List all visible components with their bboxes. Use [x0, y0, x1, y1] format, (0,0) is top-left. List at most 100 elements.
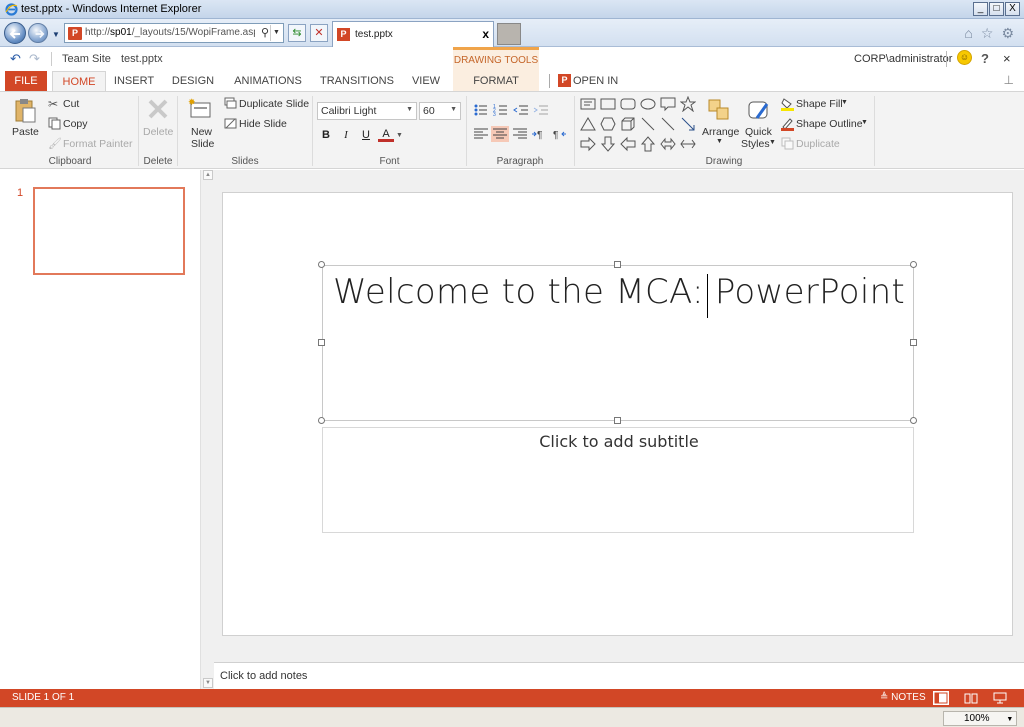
tab-format[interactable]: FORMAT: [453, 71, 539, 91]
new-slide-button[interactable]: ✸ New Slide: [186, 96, 216, 150]
normal-view-icon[interactable]: [933, 691, 949, 705]
back-button[interactable]: [4, 22, 26, 44]
tab-animations[interactable]: ANIMATIONS: [229, 71, 307, 91]
slideshow-icon[interactable]: [992, 691, 1008, 705]
left-arrow-shape-icon[interactable]: [620, 136, 636, 152]
history-dropdown-icon[interactable]: ▼: [52, 30, 60, 39]
breadcrumb-site[interactable]: Team Site: [62, 53, 111, 65]
open-in-powerpoint-button[interactable]: OPEN IN POWERPOINT: [573, 71, 683, 107]
line-shape-icon-2[interactable]: [660, 116, 676, 132]
redo-icon[interactable]: ↷: [29, 51, 40, 67]
tools-gear-icon[interactable]: ⚙: [1001, 25, 1014, 42]
bold-button[interactable]: B: [318, 127, 334, 143]
undo-icon[interactable]: ↶: [10, 51, 21, 67]
textbox-shape-icon[interactable]: [580, 96, 596, 112]
underline-button[interactable]: U: [358, 127, 374, 143]
search-icon[interactable]: ⚲: [261, 26, 269, 39]
tab-design[interactable]: DESIGN: [168, 71, 218, 91]
resize-handle[interactable]: [910, 417, 917, 424]
align-right-icon[interactable]: [511, 126, 529, 142]
font-size-select[interactable]: 60 ▼: [419, 102, 461, 120]
notes-toggle-button[interactable]: ≜ NOTES: [880, 692, 926, 703]
tab-insert[interactable]: INSERT: [110, 71, 158, 91]
user-name[interactable]: CORP\administrator: [854, 53, 952, 65]
right-arrow-shape-icon[interactable]: [580, 136, 596, 152]
thumbnail-scrollbar[interactable]: ▲ ▼: [200, 170, 214, 689]
tab-home[interactable]: HOME: [52, 71, 106, 91]
zoom-control[interactable]: 100% ▼: [943, 711, 1017, 726]
chevron-down-icon[interactable]: ▼: [861, 119, 868, 126]
left-to-right-icon[interactable]: ¶: [531, 126, 549, 142]
tab-view[interactable]: VIEW: [406, 71, 446, 91]
cut-button[interactable]: Cut: [63, 98, 79, 110]
stop-button[interactable]: ✕: [310, 24, 328, 42]
subtitle-text[interactable]: Click to add subtitle: [323, 432, 915, 451]
duplicate-slide-button[interactable]: Duplicate Slide: [239, 98, 309, 110]
paste-button[interactable]: Paste: [8, 96, 42, 144]
duplicate-button[interactable]: Duplicate: [796, 138, 840, 150]
favorites-star-icon[interactable]: ☆: [981, 25, 994, 42]
italic-button[interactable]: I: [338, 127, 354, 143]
resize-handle[interactable]: [910, 339, 917, 346]
notes-pane[interactable]: Click to add notes: [214, 662, 1024, 689]
forward-button[interactable]: [28, 23, 48, 43]
font-name-select[interactable]: Calibri Light ▼: [317, 102, 417, 120]
increase-indent-icon[interactable]: [532, 102, 550, 118]
slide-title[interactable]: Welcome to the MCA: PowerPoint: [323, 272, 915, 312]
home-icon[interactable]: ⌂: [964, 25, 972, 42]
delete-button[interactable]: Delete: [141, 96, 175, 144]
slide-thumbnail[interactable]: [33, 187, 185, 275]
chevron-down-icon[interactable]: ▼: [396, 132, 403, 139]
feedback-smiley-icon[interactable]: ☺: [957, 50, 972, 65]
resize-handle[interactable]: [910, 261, 917, 268]
align-center-icon[interactable]: [491, 126, 509, 142]
left-right-arrow-shape-icon[interactable]: [660, 136, 676, 152]
resize-handle[interactable]: [614, 417, 621, 424]
rounded-rectangle-shape-icon[interactable]: [620, 96, 636, 112]
quad-arrow-shape-icon[interactable]: [680, 136, 696, 152]
hide-slide-button[interactable]: Hide Slide: [239, 118, 287, 130]
triangle-shape-icon[interactable]: [580, 116, 596, 132]
scroll-up-icon[interactable]: ▲: [203, 170, 213, 180]
chevron-down-icon[interactable]: ▼: [841, 99, 848, 106]
format-painter-button[interactable]: Format Painter: [63, 138, 132, 150]
bullets-icon[interactable]: [472, 102, 490, 118]
quick-styles-button[interactable]: Quick Styles ▼: [741, 96, 777, 152]
line-shape-icon[interactable]: [640, 116, 656, 132]
title-placeholder[interactable]: Welcome to the MCA: PowerPoint: [322, 265, 914, 421]
numbering-icon[interactable]: 123: [492, 102, 510, 118]
subtitle-placeholder[interactable]: Click to add subtitle: [322, 427, 914, 533]
notes-placeholder[interactable]: Click to add notes: [220, 670, 307, 682]
maximize-button[interactable]: □: [989, 2, 1004, 16]
new-tab-button[interactable]: [497, 23, 521, 45]
callout-shape-icon[interactable]: [660, 96, 676, 112]
help-button[interactable]: ?: [981, 51, 989, 66]
star-shape-icon[interactable]: [680, 96, 696, 112]
copy-button[interactable]: Copy: [63, 118, 88, 130]
cube-shape-icon[interactable]: [620, 116, 636, 132]
minimize-button[interactable]: _: [973, 2, 988, 16]
slide-canvas[interactable]: Welcome to the MCA: PowerPoint Click to …: [222, 192, 1013, 636]
font-color-button[interactable]: A: [378, 127, 394, 142]
resize-handle[interactable]: [318, 417, 325, 424]
right-to-left-icon[interactable]: ¶: [551, 126, 569, 142]
close-app-button[interactable]: ×: [1003, 51, 1011, 66]
browser-tab[interactable]: P test.pptx x: [332, 21, 494, 47]
rectangle-shape-icon[interactable]: [600, 96, 616, 112]
tab-transitions[interactable]: TRANSITIONS: [318, 71, 396, 91]
pin-ribbon-icon[interactable]: ⊥: [1004, 73, 1014, 87]
align-left-icon[interactable]: [472, 126, 490, 142]
resize-handle[interactable]: [318, 261, 325, 268]
shape-outline-button[interactable]: Shape Outline: [796, 118, 863, 130]
breadcrumb-file[interactable]: test.pptx: [121, 53, 163, 65]
address-bar[interactable]: P http://sp01/_layouts/15/WopiFrame.aspx…: [64, 23, 284, 43]
close-window-button[interactable]: X: [1005, 2, 1020, 16]
tab-file[interactable]: FILE: [5, 71, 47, 91]
down-arrow-shape-icon[interactable]: [600, 136, 616, 152]
refresh-button[interactable]: ⇆: [288, 24, 306, 42]
address-dropdown-icon[interactable]: ▼: [270, 25, 282, 41]
scroll-down-icon[interactable]: ▼: [203, 678, 213, 688]
resize-handle[interactable]: [614, 261, 621, 268]
oval-shape-icon[interactable]: [640, 96, 656, 112]
tab-close-button[interactable]: x: [482, 27, 489, 41]
